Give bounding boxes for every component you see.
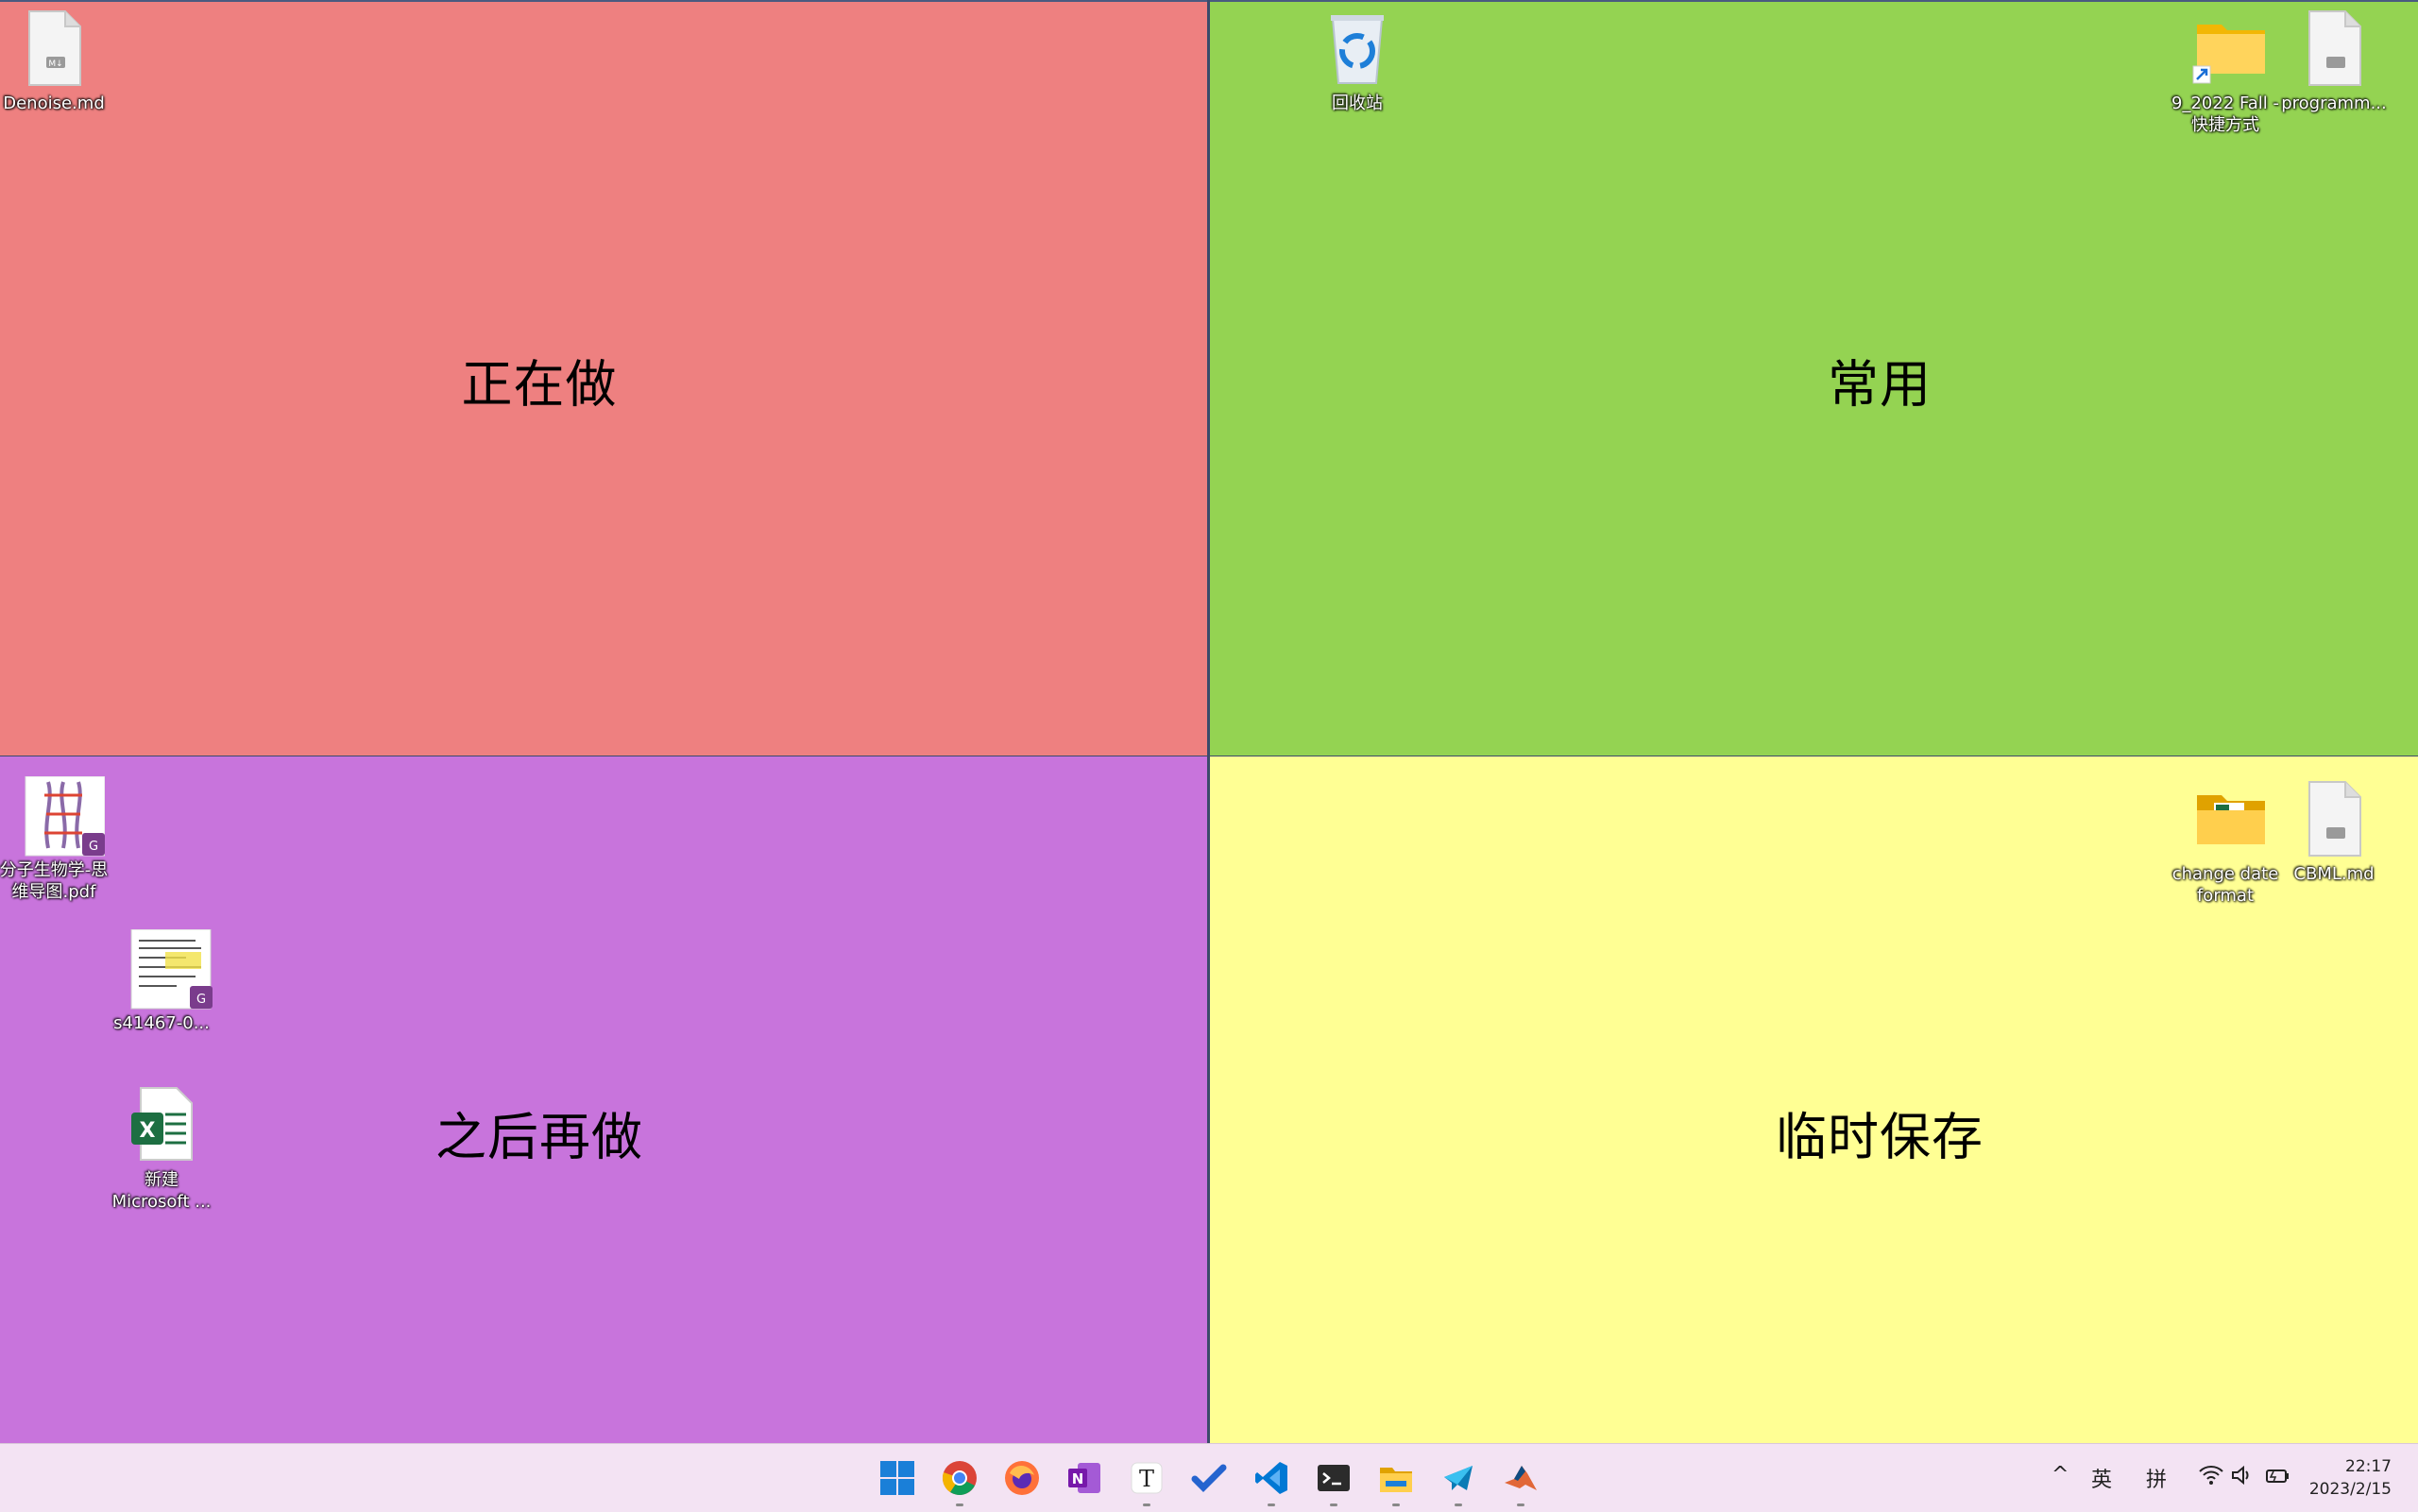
- todo-button[interactable]: [1186, 1455, 1232, 1501]
- pdf-file-icon: G: [20, 775, 106, 857]
- tray-overflow-chevron[interactable]: ^: [2052, 1463, 2069, 1487]
- onenote-icon: N: [1068, 1463, 1100, 1493]
- chrome-button[interactable]: [937, 1455, 982, 1506]
- clock-date: 2023/2/15: [2308, 1480, 2392, 1499]
- icon-label: Denoise.md: [3, 93, 105, 113]
- desktop-icon-new-excel[interactable]: X 新建 Microsoft ...: [105, 1086, 218, 1213]
- zone-doing: 正在做: [0, 0, 1207, 756]
- desktop-icon-s41467[interactable]: G s41467-0...: [105, 928, 218, 1034]
- windows-start-icon: [880, 1461, 914, 1495]
- desktop-icon-programm[interactable]: programm...: [2277, 9, 2391, 114]
- todo-icon: [1191, 1464, 1227, 1492]
- typora-icon: T: [1131, 1462, 1163, 1494]
- matlab-icon: [1505, 1466, 1537, 1490]
- file-explorer-button[interactable]: [1373, 1455, 1419, 1506]
- vscode-button[interactable]: [1249, 1455, 1294, 1506]
- mailspring-icon: [1444, 1466, 1473, 1490]
- icon-label: 回收站: [1332, 93, 1383, 113]
- input-language-indicator[interactable]: 英: [2091, 1463, 2112, 1493]
- icon-label: programm...: [2281, 93, 2387, 113]
- desktop-icon-change-date[interactable]: change date format: [2169, 780, 2282, 907]
- running-indicator: [1455, 1504, 1462, 1506]
- running-indicator: [1330, 1504, 1337, 1506]
- firefox-icon: [1005, 1461, 1039, 1495]
- running-indicator: [1268, 1504, 1275, 1506]
- svg-text:G: G: [196, 993, 206, 1007]
- running-indicator: [1143, 1504, 1150, 1506]
- markdown-file-icon: [2300, 9, 2368, 87]
- volume-icon[interactable]: [2231, 1465, 2256, 1487]
- running-indicator: [1517, 1504, 1524, 1506]
- desktop-icon-folder-shortcut[interactable]: 9_2022 Fall - 快捷方式: [2169, 9, 2282, 136]
- svg-text:X: X: [140, 1119, 156, 1143]
- icon-label: 新建 Microsoft ...: [111, 1170, 212, 1212]
- zone-label-temp-save: 临时保存: [1776, 1107, 1984, 1167]
- firefox-button[interactable]: [999, 1455, 1045, 1501]
- taskbar: N T ^ 英 拼 22:17 2023/2/15: [0, 1443, 2418, 1512]
- mail-app-button[interactable]: [1436, 1455, 1481, 1506]
- clock-time: 22:17: [2345, 1457, 2392, 1476]
- chrome-icon: [942, 1461, 977, 1495]
- icon-label: s41467-0...: [113, 1013, 210, 1033]
- recycle-bin-icon: [1323, 9, 1391, 87]
- svg-text:T: T: [1139, 1466, 1154, 1492]
- onenote-button[interactable]: N: [1062, 1455, 1107, 1501]
- excel-file-icon: X: [128, 1086, 196, 1164]
- zone-label-common: 常用: [1828, 354, 1932, 415]
- svg-text:G: G: [89, 840, 98, 854]
- markdown-file-icon: [2300, 780, 2368, 858]
- desktop-icon-molecular-pdf[interactable]: G 分子生物学-思维导图.pdf: [0, 775, 111, 903]
- folder-icon: [2191, 780, 2265, 858]
- start-button[interactable]: [875, 1455, 920, 1501]
- icon-label: 分子生物学-思维导图.pdf: [0, 860, 109, 902]
- desktop-icon-cbml[interactable]: CBML.md: [2277, 780, 2391, 885]
- ime-mode-indicator[interactable]: 拼: [2146, 1463, 2167, 1493]
- desktop-icon-recycle-bin[interactable]: 回收站: [1301, 9, 1414, 114]
- terminal-button[interactable]: [1311, 1455, 1356, 1506]
- icon-label: change date format: [2171, 864, 2279, 906]
- typora-button[interactable]: T: [1124, 1455, 1169, 1506]
- system-clock[interactable]: 22:17 2023/2/15: [2309, 1455, 2392, 1501]
- folder-shortcut-icon: [2191, 9, 2265, 87]
- svg-text:M↓: M↓: [48, 59, 62, 69]
- icon-label: 9_2022 Fall - 快捷方式: [2171, 93, 2279, 135]
- vscode-icon: [1255, 1462, 1287, 1494]
- markdown-file-icon: M↓: [20, 9, 88, 87]
- file-explorer-icon: [1380, 1468, 1412, 1492]
- battery-icon[interactable]: [2265, 1465, 2293, 1487]
- matlab-button[interactable]: [1498, 1455, 1543, 1506]
- terminal-icon: [1318, 1465, 1350, 1491]
- running-indicator: [1392, 1504, 1400, 1506]
- running-indicator: [956, 1504, 963, 1506]
- zone-label-doing: 正在做: [461, 354, 618, 415]
- zone-label-later: 之后再做: [435, 1107, 643, 1167]
- svg-text:N: N: [1072, 1470, 1084, 1487]
- wifi-icon[interactable]: [2199, 1465, 2223, 1487]
- icon-label: CBML.md: [2293, 864, 2375, 884]
- desktop-icon-denoise[interactable]: M↓ Denoise.md: [0, 9, 111, 114]
- pdf-file-icon: G: [128, 928, 213, 1010]
